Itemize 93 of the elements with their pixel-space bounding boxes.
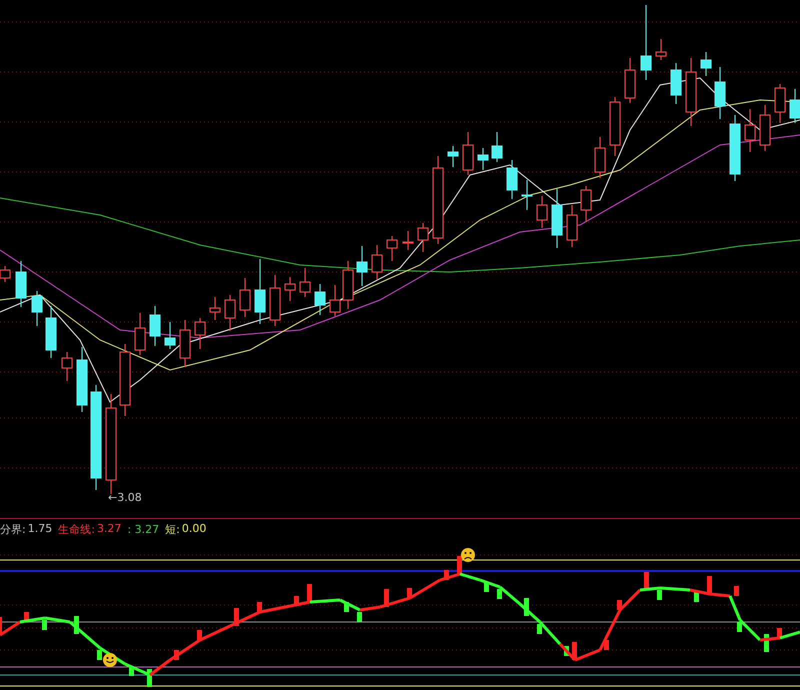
indicator-bar: [484, 582, 489, 592]
indicator-bar: [257, 602, 262, 612]
candlestick: [506, 160, 518, 200]
indicator-bar: [564, 646, 569, 656]
candlestick: [448, 146, 458, 168]
candlestick: [790, 88, 800, 124]
indicator-bar: [617, 600, 622, 610]
candlestick: [254, 258, 266, 324]
candlestick: [372, 244, 382, 280]
candlestick: [270, 274, 280, 326]
indicator-bar: [707, 576, 712, 594]
candlestick: [730, 114, 740, 182]
indicator-bar: [604, 640, 609, 650]
candlestick: [462, 132, 474, 176]
indicator-bar: [407, 588, 412, 598]
legend-label: 短:: [165, 522, 180, 537]
candlestick: [194, 318, 206, 350]
legend-value: 0.00: [182, 522, 206, 537]
smiley-face-icon: [103, 653, 117, 667]
candlestick: [744, 108, 756, 152]
candlestick: [32, 290, 42, 326]
indicator-bar: [737, 622, 742, 632]
indicator-bar: [174, 650, 179, 660]
indicator-bar: [97, 650, 102, 660]
candlestick: [536, 196, 548, 228]
candlestick: [284, 276, 296, 302]
indicator-bar: [657, 590, 662, 600]
indicator-bar: [0, 617, 2, 635]
indicator-bar: [734, 586, 739, 596]
candlestick: [686, 58, 696, 126]
candlestick: [774, 84, 786, 124]
candlestick: [314, 284, 326, 316]
candlestick: [150, 306, 160, 346]
indicator-bar: [307, 584, 312, 602]
indicator-bar: [764, 634, 769, 652]
candlestick: [760, 104, 770, 152]
legend-value: 1.75: [28, 522, 52, 537]
candlestick: [46, 306, 56, 358]
candlestick: [164, 322, 176, 350]
candlestick: [610, 96, 620, 156]
candlestick: [714, 66, 726, 120]
indicator-bar: [572, 642, 577, 660]
candlestick: [300, 268, 310, 298]
candlestick: [134, 312, 146, 356]
indicator-bar: [24, 612, 29, 622]
candlestick: [492, 132, 502, 162]
legend-value: : 3.27: [127, 523, 160, 536]
indicator-bar: [777, 628, 782, 638]
indicator-bar: [197, 630, 202, 640]
indicator-bar: [74, 616, 79, 634]
candlestick: [700, 52, 712, 76]
indicator-bar: [537, 624, 542, 634]
candlestick: [478, 148, 488, 170]
candlestick: [356, 246, 368, 286]
candlestick: [224, 294, 236, 332]
indicator-bar: [234, 608, 239, 626]
candlestick: [566, 204, 578, 248]
indicator-bar: [357, 612, 362, 622]
indicator-bar: [497, 589, 502, 599]
low-price-label: ←3.08: [108, 491, 142, 504]
candlestick: [656, 38, 666, 60]
frown-face-icon: [461, 548, 475, 562]
indicator-bar: [344, 602, 349, 612]
indicator-bar: [129, 666, 134, 676]
candlestick: [210, 296, 220, 320]
candlestick: [670, 62, 682, 104]
legend-value: 3.27: [96, 522, 122, 537]
candlestick: [402, 230, 414, 250]
indicator-bar: [457, 556, 462, 574]
candlestick: [418, 222, 428, 252]
indicator-bar: [444, 570, 449, 580]
candlestick: [580, 186, 592, 222]
candlestick: [552, 188, 562, 248]
candlestick: [180, 320, 190, 368]
indicator-bar: [524, 598, 529, 616]
candlestick: [624, 58, 636, 104]
candlestick: [16, 260, 26, 308]
legend-label: 分界:: [0, 522, 26, 537]
candlestick: [240, 278, 250, 318]
legend-label: 生命线:: [58, 522, 95, 537]
indicator-bar: [294, 596, 299, 606]
candlestick: [76, 346, 88, 412]
candlestick: [594, 136, 606, 178]
candlestick: [62, 352, 72, 382]
indicator-bar: [644, 572, 649, 590]
candlestick: [330, 284, 340, 316]
indicator-bar: [384, 589, 389, 607]
candlestick: [522, 180, 532, 210]
indicator-bar: [694, 592, 699, 602]
candlestick: [386, 236, 398, 262]
candlestick: [342, 260, 354, 310]
indicator-bar: [147, 669, 152, 687]
indicator-bar: [42, 620, 47, 630]
